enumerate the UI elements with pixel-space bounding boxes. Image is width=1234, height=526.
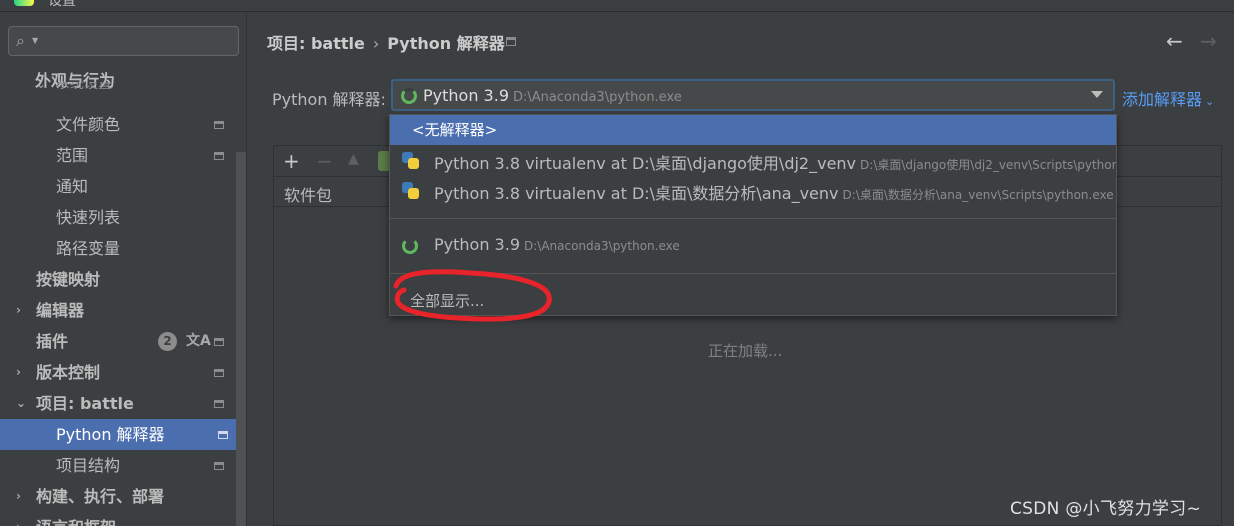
interpreter-selected: Python 3.9 D:\Anaconda3\python.exe bbox=[423, 86, 682, 105]
app-logo-icon bbox=[14, 0, 34, 6]
sidebar-item-python-interpreter[interactable]: Python 解释器 bbox=[0, 419, 246, 450]
conda-icon bbox=[401, 88, 417, 104]
chevron-right-icon: › bbox=[16, 303, 21, 317]
project-scope-icon bbox=[218, 431, 228, 439]
chevron-down-icon: ⌄ bbox=[1205, 95, 1215, 108]
project-scope-icon bbox=[214, 369, 224, 377]
show-all-link[interactable]: 全部显示... bbox=[410, 290, 484, 311]
list-item-interpreter[interactable]: Python 3.9 D:\Anaconda3\python.exe bbox=[390, 231, 1116, 261]
sidebar-item-quick-lists[interactable]: 快速列表 bbox=[0, 202, 236, 233]
chevron-right-icon: › bbox=[16, 512, 21, 526]
interpreter-dropdown-list: <无解释器> Python 3.8 virtualenv at D:\桌面\dj… bbox=[389, 114, 1117, 316]
breadcrumb: 项目: battle › Python 解释器 bbox=[267, 30, 505, 54]
project-scope-icon bbox=[214, 400, 224, 408]
list-item-interpreter[interactable]: Python 3.8 virtualenv at D:\桌面\django使用\… bbox=[390, 146, 1116, 176]
back-arrow-icon[interactable]: ← bbox=[1166, 29, 1183, 53]
interpreter-selected-path: D:\Anaconda3\python.exe bbox=[513, 90, 682, 105]
chevron-right-icon: › bbox=[16, 365, 21, 379]
settings-sidebar: ⌕ ▼ 外观与行为 ⌄ 系统设置 文件颜色 范围 通知 快速列表 路径变量 按键… bbox=[0, 12, 247, 526]
loading-text: 正在加载... bbox=[708, 342, 783, 360]
list-item-no-interpreter[interactable]: <无解释器> bbox=[390, 115, 1116, 145]
translate-icon: 文A bbox=[186, 333, 211, 349]
breadcrumb-separator: › bbox=[372, 34, 380, 53]
sidebar-item-editor[interactable]: › 编辑器 bbox=[0, 295, 236, 326]
chevron-down-icon: ▼ bbox=[32, 36, 39, 45]
chevron-right-icon: › bbox=[16, 489, 21, 503]
chevron-down-icon: ⌄ bbox=[16, 396, 27, 410]
settings-search-input[interactable]: ⌕ ▼ bbox=[8, 26, 239, 56]
project-scope-icon bbox=[214, 121, 224, 129]
project-scope-icon bbox=[214, 462, 224, 470]
list-divider bbox=[390, 218, 1116, 219]
sidebar-item-project-structure[interactable]: 项目结构 bbox=[0, 450, 236, 481]
python-icon bbox=[402, 152, 420, 170]
sidebar-item-file-colors[interactable]: 文件颜色 bbox=[0, 109, 236, 140]
sidebar-item-project[interactable]: ⌄ 项目: battle bbox=[0, 388, 236, 419]
window-title: 设置 bbox=[48, 0, 76, 9]
breadcrumb-project: 项目: battle bbox=[267, 34, 365, 53]
dropdown-arrow-icon[interactable] bbox=[1091, 91, 1103, 98]
interpreter-selected-name: Python 3.9 bbox=[423, 86, 509, 105]
upgrade-package-icon[interactable]: ▲ bbox=[348, 151, 359, 167]
sidebar-scrollbar[interactable] bbox=[236, 152, 246, 526]
list-divider bbox=[390, 273, 1116, 274]
sidebar-item-languages[interactable]: › 语言和框架 bbox=[0, 512, 236, 526]
sidebar-item-path-variables[interactable]: 路径变量 bbox=[0, 233, 236, 264]
interpreter-label: Python 解释器: bbox=[272, 90, 386, 109]
forward-arrow-icon[interactable]: → bbox=[1200, 29, 1217, 53]
update-count-badge: 2 bbox=[158, 332, 177, 351]
breadcrumb-page: Python 解释器 bbox=[387, 34, 505, 53]
project-scope-icon bbox=[214, 338, 224, 346]
watermark: CSDN @小飞努力学习~ bbox=[1010, 499, 1202, 519]
conda-icon bbox=[402, 238, 418, 254]
list-item-interpreter[interactable]: Python 3.8 virtualenv at D:\桌面\数据分析\ana_… bbox=[390, 176, 1116, 206]
project-scope-icon bbox=[506, 37, 516, 46]
add-interpreter-link[interactable]: 添加解释器 ⌄ bbox=[1122, 86, 1214, 110]
remove-package-icon[interactable]: − bbox=[316, 149, 333, 173]
sidebar-item-notifications[interactable]: 通知 bbox=[0, 171, 236, 202]
add-package-icon[interactable]: + bbox=[283, 149, 300, 173]
sidebar-item-scopes[interactable]: 范围 bbox=[0, 140, 236, 171]
window-titlebar: 设置 bbox=[0, 0, 1234, 12]
sidebar-item-build-execution[interactable]: › 构建、执行、部署 bbox=[0, 481, 236, 512]
chevron-down-icon: ⌄ bbox=[36, 82, 47, 91]
interpreter-combobox[interactable]: Python 3.9 D:\Anaconda3\python.exe bbox=[391, 79, 1115, 111]
sidebar-item-keymap[interactable]: 按键映射 bbox=[0, 264, 236, 295]
search-icon: ⌕ bbox=[16, 31, 25, 50]
python-icon bbox=[402, 182, 420, 200]
sidebar-item-system-settings[interactable]: ⌄ 系统设置 bbox=[0, 82, 236, 98]
sidebar-item-version-control[interactable]: › 版本控制 bbox=[0, 357, 236, 388]
sidebar-item-plugins[interactable]: 插件 2 文A bbox=[0, 326, 236, 357]
project-scope-icon bbox=[214, 152, 224, 160]
